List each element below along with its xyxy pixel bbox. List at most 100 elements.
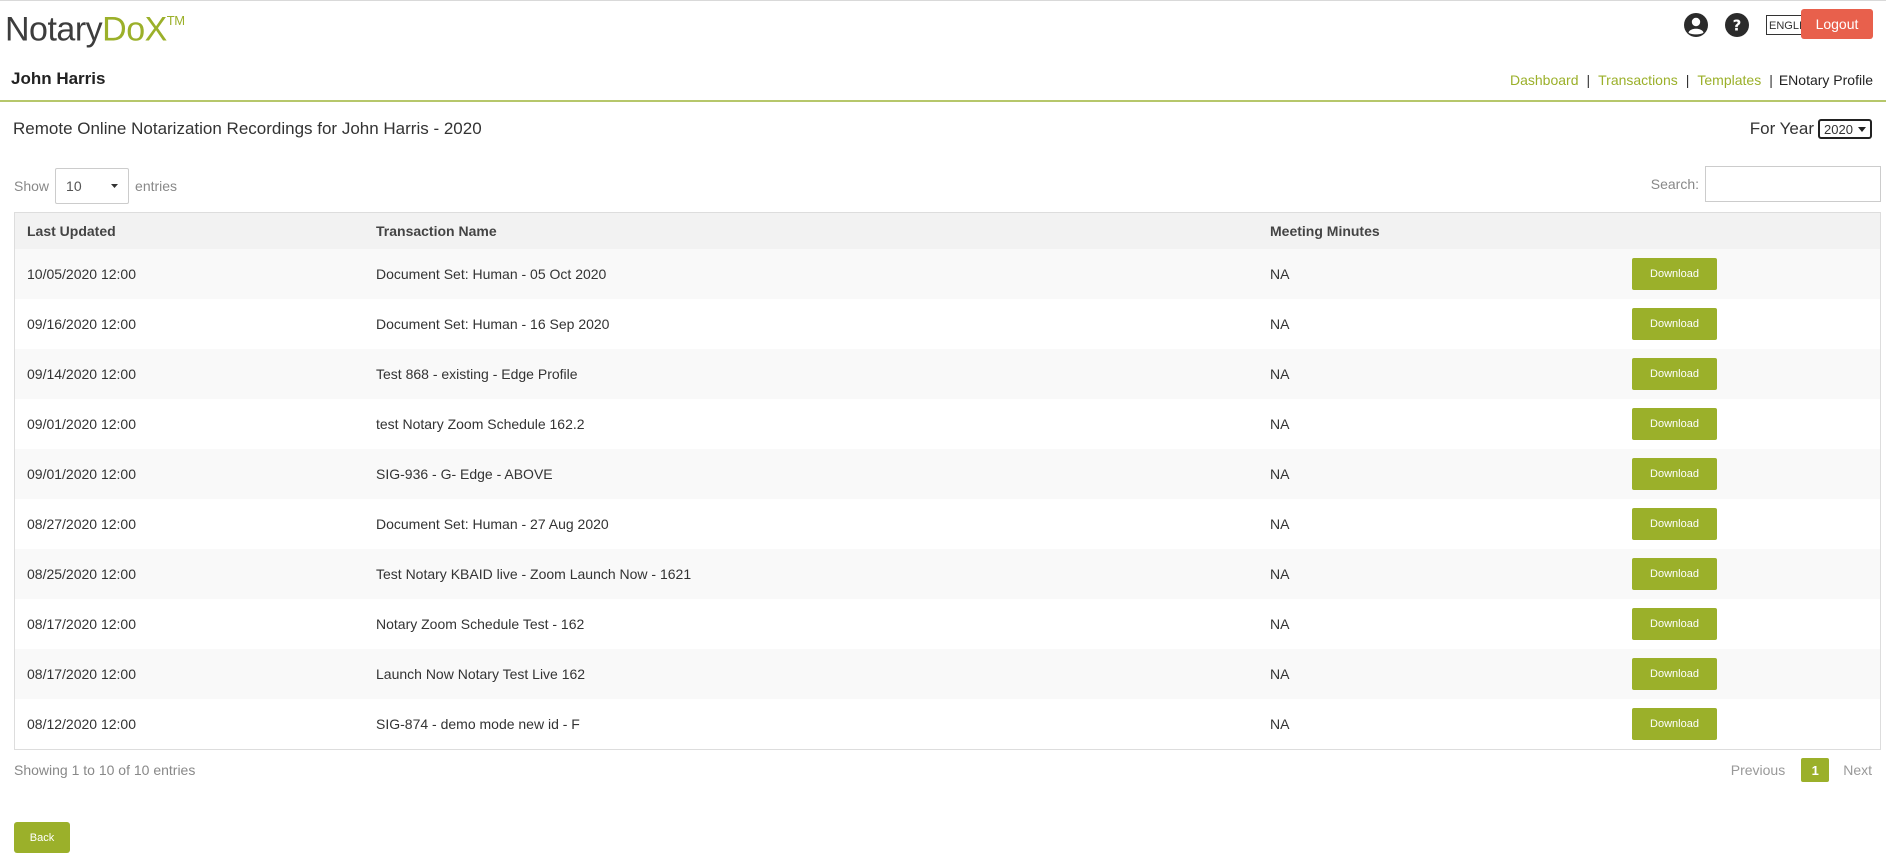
- logout-button[interactable]: Logout: [1801, 9, 1873, 39]
- cell-last-updated: 09/16/2020 12:00: [27, 316, 136, 332]
- cell-last-updated: 10/05/2020 12:00: [27, 266, 136, 282]
- cell-last-updated: 08/12/2020 12:00: [27, 716, 136, 732]
- cell-actions: Download: [1605, 308, 1880, 340]
- cell-transaction-name: Notary Zoom Schedule Test - 162: [376, 616, 585, 632]
- nav-dashboard[interactable]: Dashboard: [1510, 72, 1579, 88]
- download-button[interactable]: Download: [1632, 508, 1717, 540]
- cell-actions: Download: [1605, 508, 1880, 540]
- column-header-last-updated[interactable]: Last Updated: [15, 223, 364, 239]
- download-button[interactable]: Download: [1632, 558, 1717, 590]
- cell-transaction-name: Document Set: Human - 16 Sep 2020: [376, 316, 610, 332]
- cell-meeting-minutes: NA: [1270, 416, 1290, 432]
- cell-transaction-name: Document Set: Human - 27 Aug 2020: [376, 516, 609, 532]
- nav-separator: |: [1586, 72, 1591, 88]
- back-button[interactable]: Back: [14, 822, 70, 853]
- pagination-next[interactable]: Next: [1843, 762, 1872, 778]
- pagination-previous[interactable]: Previous: [1731, 762, 1785, 778]
- cell-transaction-name: Test Notary KBAID live - Zoom Launch Now…: [376, 566, 692, 582]
- table-row: 09/14/2020 12:00 Test 868 - existing - E…: [15, 349, 1880, 399]
- download-button[interactable]: Download: [1632, 658, 1717, 690]
- nav-separator: |: [1685, 72, 1690, 88]
- cell-last-updated: 08/17/2020 12:00: [27, 616, 136, 632]
- help-circle-icon[interactable]: ?: [1723, 11, 1750, 38]
- cell-meeting-minutes: NA: [1270, 366, 1290, 382]
- cell-actions: Download: [1605, 708, 1880, 740]
- cell-actions: Download: [1605, 558, 1880, 590]
- pagination: Previous 1 Next: [1731, 758, 1872, 782]
- nav-separator: |: [1769, 72, 1773, 88]
- cell-transaction-name: test Notary Zoom Schedule 162.2: [376, 416, 585, 432]
- download-button[interactable]: Download: [1632, 358, 1717, 390]
- svg-text:?: ?: [1732, 16, 1741, 34]
- caret-down-icon: [1858, 126, 1866, 132]
- cell-last-updated: 08/17/2020 12:00: [27, 666, 136, 682]
- table-row: 09/16/2020 12:00 Document Set: Human - 1…: [15, 299, 1880, 349]
- cell-transaction-name: Test 868 - existing - Edge Profile: [376, 366, 578, 382]
- show-label: Show: [14, 178, 50, 194]
- table-row: 09/01/2020 12:00 SIG-936 - G- Edge - ABO…: [15, 449, 1880, 499]
- nav-enotary-profile[interactable]: ENotary Profile: [1779, 72, 1873, 88]
- caret-down-icon: [111, 184, 119, 188]
- year-label: For Year: [1749, 119, 1814, 138]
- user-name: John Harris: [11, 69, 106, 88]
- cell-meeting-minutes: NA: [1270, 516, 1290, 532]
- cell-meeting-minutes: NA: [1270, 466, 1290, 482]
- cell-last-updated: 09/01/2020 12:00: [27, 466, 136, 482]
- cell-actions: Download: [1605, 458, 1880, 490]
- download-button[interactable]: Download: [1632, 708, 1717, 740]
- cell-meeting-minutes: NA: [1270, 566, 1290, 582]
- cell-actions: Download: [1605, 608, 1880, 640]
- year-value: 2020: [1824, 121, 1853, 137]
- search-label: Search:: [1650, 176, 1699, 192]
- download-button[interactable]: Download: [1632, 408, 1717, 440]
- cell-last-updated: 08/27/2020 12:00: [27, 516, 136, 532]
- search-control: Search:: [1651, 166, 1881, 202]
- table-row: 08/12/2020 12:00 SIG-874 - demo mode new…: [15, 699, 1880, 749]
- header-divider: [0, 100, 1886, 102]
- cell-transaction-name: Document Set: Human - 05 Oct 2020: [376, 266, 607, 282]
- entries-length-control: Show 10 entries: [14, 168, 177, 204]
- table-header: Last Updated Transaction Name Meeting Mi…: [15, 213, 1880, 249]
- download-button[interactable]: Download: [1632, 258, 1717, 290]
- table-row: 08/17/2020 12:00 Notary Zoom Schedule Te…: [15, 599, 1880, 649]
- top-border: [0, 0, 1886, 1]
- cell-meeting-minutes: NA: [1270, 616, 1290, 632]
- download-button[interactable]: Download: [1632, 458, 1717, 490]
- user-circle-icon[interactable]: [1682, 11, 1709, 38]
- column-header-meeting-minutes[interactable]: Meeting Minutes: [1258, 223, 1605, 239]
- cell-actions: Download: [1605, 358, 1880, 390]
- header-icons: ? ENGLISH: [1668, 11, 1810, 38]
- column-header-transaction-name[interactable]: Transaction Name: [364, 223, 1258, 239]
- cell-meeting-minutes: NA: [1270, 266, 1290, 282]
- table-row: 08/17/2020 12:00 Launch Now Notary Test …: [15, 649, 1880, 699]
- entries-value: 10: [66, 178, 82, 194]
- cell-last-updated: 09/14/2020 12:00: [27, 366, 136, 382]
- page-title: Remote Online Notarization Recordings fo…: [13, 119, 482, 138]
- nav-templates[interactable]: Templates: [1697, 72, 1761, 88]
- table-row: 08/25/2020 12:00 Test Notary KBAID live …: [15, 549, 1880, 599]
- cell-last-updated: 08/25/2020 12:00: [27, 566, 136, 582]
- cell-actions: Download: [1605, 408, 1880, 440]
- pagination-page-1[interactable]: 1: [1801, 758, 1830, 782]
- download-button[interactable]: Download: [1632, 608, 1717, 640]
- table-info: Showing 1 to 10 of 10 entries: [14, 762, 196, 778]
- cell-meeting-minutes: NA: [1270, 716, 1290, 732]
- year-filter: For Year 2020: [1750, 119, 1872, 139]
- cell-transaction-name: Launch Now Notary Test Live 162: [376, 666, 586, 682]
- logo-text-notary: Notary: [5, 10, 103, 49]
- table-row: 09/01/2020 12:00 test Notary Zoom Schedu…: [15, 399, 1880, 449]
- search-input[interactable]: [1705, 166, 1881, 202]
- top-nav: Dashboard | Transactions | Templates | E…: [1510, 72, 1873, 88]
- recordings-table: Last Updated Transaction Name Meeting Mi…: [14, 212, 1881, 750]
- cell-transaction-name: SIG-874 - demo mode new id - F: [376, 716, 580, 732]
- logo-trademark: TM: [166, 13, 185, 28]
- year-select[interactable]: 2020: [1818, 119, 1872, 139]
- download-button[interactable]: Download: [1632, 308, 1717, 340]
- notarydox-logo[interactable]: NotaryDoXTM: [5, 4, 185, 49]
- nav-transactions[interactable]: Transactions: [1598, 72, 1678, 88]
- cell-meeting-minutes: NA: [1270, 316, 1290, 332]
- cell-last-updated: 09/01/2020 12:00: [27, 416, 136, 432]
- logo-text-dox: DoX: [102, 10, 167, 49]
- entries-select[interactable]: 10: [55, 168, 130, 204]
- entries-label: entries: [135, 178, 178, 194]
